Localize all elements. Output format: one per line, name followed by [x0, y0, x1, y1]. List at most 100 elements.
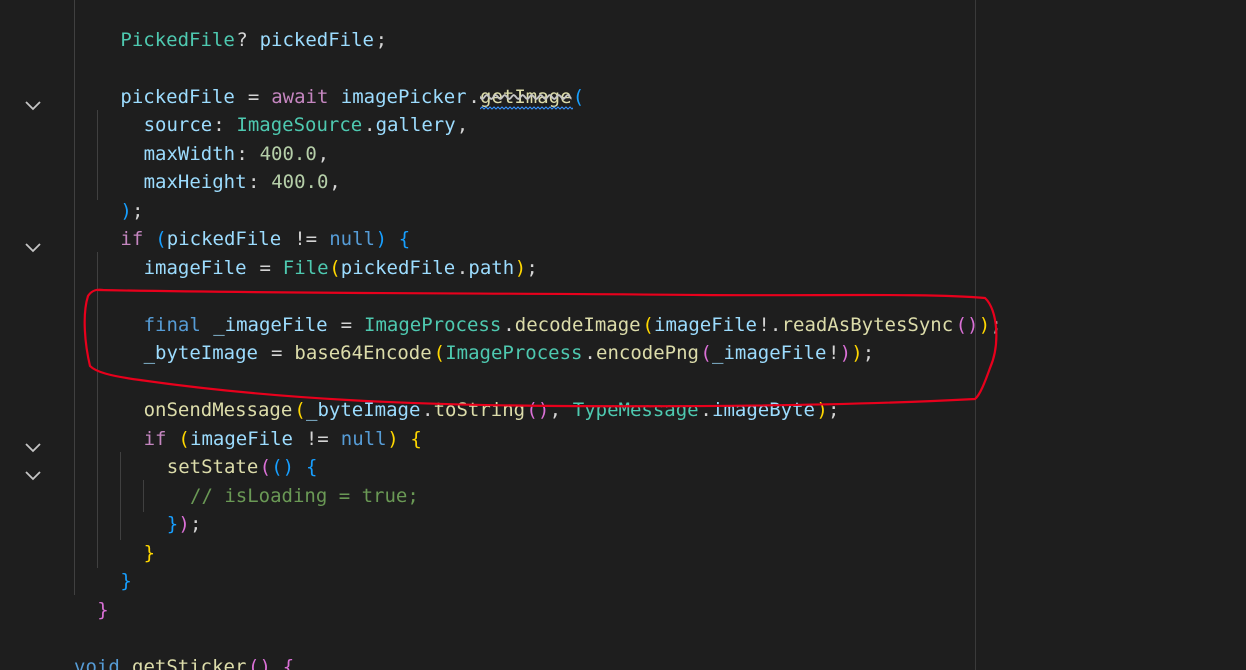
code-token: .: [584, 342, 596, 364]
code-token: base64Encode: [294, 342, 432, 364]
code-line[interactable]: 4PickedFile? pickedFile;: [0, 26, 1246, 55]
code-line[interactable]: 9maxHeight: 400.0,: [0, 168, 1246, 197]
code-line[interactable]: 6: [0, 368, 1246, 397]
code-token: =: [236, 85, 271, 108]
code-token: ImageProcess: [364, 313, 502, 336]
code-token: ): [816, 399, 828, 421]
code-token: (: [155, 228, 167, 250]
code-token: !.: [758, 313, 782, 336]
code-line[interactable]: 0);: [0, 197, 1246, 226]
code-token: pickedFile: [340, 256, 456, 279]
code-line[interactable]: 3}: [0, 567, 1246, 596]
code-line[interactable]: 7source: ImageSource.gallery,: [0, 111, 1246, 140]
code-line[interactable]: 6void getSticker() {: [0, 653, 1246, 670]
code-line[interactable]: 2imageFile = File(pickedFile.path);: [0, 254, 1246, 283]
code-line[interactable]: 1});: [0, 510, 1246, 539]
code-token: maxWidth: [143, 142, 236, 165]
code-token: {: [306, 456, 318, 478]
code-line[interactable]: 5_byteImage = base64Encode(ImageProcess.…: [0, 339, 1246, 368]
chevron-down-icon[interactable]: [24, 434, 42, 452]
chevron-down-icon[interactable]: [24, 662, 42, 670]
code-token: imagePicker: [340, 85, 467, 108]
code-token: if: [143, 427, 167, 450]
code-token: ,: [329, 171, 341, 193]
code-token: if: [120, 228, 144, 250]
code-line[interactable]: 3: [0, 0, 1246, 26]
code-token: (: [294, 399, 306, 421]
code-token: imageFile: [654, 313, 757, 336]
code-token: =: [248, 256, 283, 279]
code-line[interactable]: 0// isLoading = true;: [0, 482, 1246, 511]
code-token: }: [97, 598, 109, 621]
code-line[interactable]: 8maxWidth: 400.0,: [0, 140, 1246, 169]
code-token: source: [143, 114, 213, 136]
code-token: ;: [375, 28, 388, 51]
code-token: }: [166, 513, 179, 535]
code-line[interactable]: 4}: [0, 596, 1246, 625]
code-token: path: [468, 256, 515, 279]
code-token: {: [410, 427, 422, 450]
code-line[interactable]: 9setState(() {: [0, 453, 1246, 482]
code-token: .: [422, 399, 434, 421]
code-token: ): [851, 342, 863, 364]
code-editor[interactable]: 34PickedFile? pickedFile;56pickedFile = …: [0, 0, 1246, 670]
code-line[interactable]: 6pickedFile = await imagePicker.getImage…: [0, 83, 1246, 112]
code-token: null: [340, 427, 387, 450]
code-token: ,: [549, 399, 573, 421]
code-token: _byteImage: [306, 399, 421, 421]
code-line[interactable]: 7onSendMessage(_byteImage.toString(), Ty…: [0, 396, 1246, 425]
code-token: setState: [166, 456, 259, 478]
code-token: ,: [456, 114, 469, 136]
code-token: .: [503, 313, 515, 336]
code-token: :: [213, 114, 237, 136]
code-token: decodeImage: [514, 313, 641, 336]
code-line[interactable]: 2}: [0, 539, 1246, 568]
code-line[interactable]: 4final _imageFile = ImageProcess.decodeI…: [0, 311, 1246, 340]
code-line[interactable]: 1if (pickedFile != null) {: [0, 225, 1246, 254]
code-token: ): [978, 313, 991, 336]
code-token: ): [178, 513, 190, 535]
code-token: ImageProcess: [445, 342, 583, 364]
code-token: ): [387, 427, 399, 450]
code-token: maxHeight: [143, 171, 247, 193]
code-token: _imageFile: [712, 342, 827, 364]
code-token: .: [364, 114, 376, 136]
code-token: ): [514, 256, 527, 279]
code-token: (): [248, 655, 271, 670]
code-token: readAsBytesSync: [781, 313, 954, 336]
code-line[interactable]: 5: [0, 624, 1246, 653]
code-line[interactable]: 8if (imageFile != null) {: [0, 425, 1246, 454]
code-token: (: [329, 256, 341, 279]
code-token: TypeMessage: [572, 399, 699, 421]
code-token: pickedFile: [166, 228, 282, 250]
code-token: (: [433, 342, 446, 364]
code-token: .: [468, 85, 480, 108]
code-token: !=: [294, 427, 341, 450]
code-token: getImage: [480, 83, 573, 112]
code-token: }: [143, 541, 156, 564]
code-line[interactable]: 5: [0, 54, 1246, 83]
code-token: (: [700, 342, 712, 364]
code-token: ;: [190, 513, 202, 535]
chevron-down-icon[interactable]: [24, 462, 42, 481]
code-token: onSendMessage: [143, 399, 293, 421]
code-token: _byteImage: [143, 342, 258, 364]
code-token: pickedFile: [120, 85, 235, 108]
chevron-down-icon[interactable]: [24, 92, 42, 110]
code-line[interactable]: 3: [0, 282, 1246, 311]
code-token: ,: [317, 142, 330, 165]
chevron-down-icon[interactable]: [24, 234, 42, 253]
code-token: (: [572, 85, 585, 108]
warning-squiggle: [480, 105, 573, 110]
code-token: (): [955, 313, 979, 336]
code-token: toString: [433, 399, 526, 421]
code-token: ;: [862, 342, 875, 364]
code-token: .: [456, 256, 469, 279]
code-token: !=: [282, 228, 329, 250]
code-token: pickedFile: [259, 28, 374, 51]
